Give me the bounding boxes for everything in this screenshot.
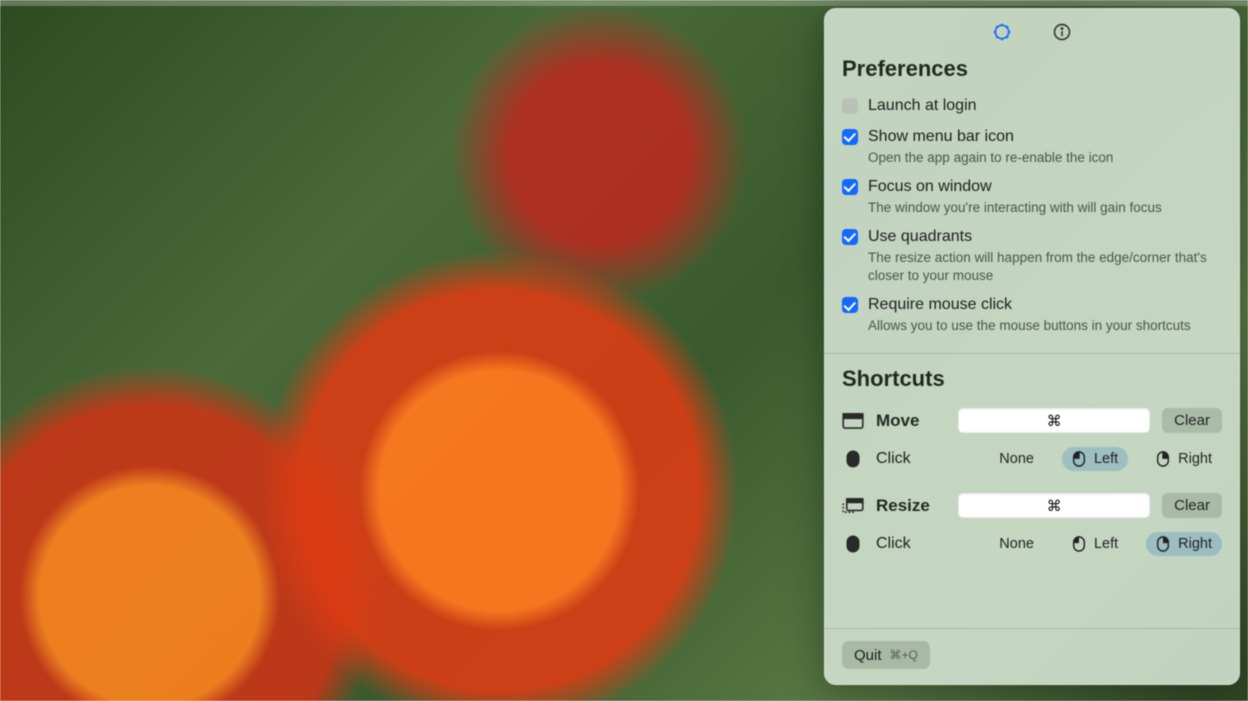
click-label: Click bbox=[876, 450, 946, 468]
seg-label: None bbox=[999, 536, 1034, 552]
preferences-list: Launch at login Show menu bar icon Open … bbox=[824, 90, 1240, 351]
panel-tabs bbox=[824, 8, 1240, 52]
move-click-none[interactable]: None bbox=[989, 447, 1044, 471]
pref-label: Focus on window bbox=[868, 177, 1162, 198]
clear-resize-button[interactable]: Clear bbox=[1162, 493, 1222, 518]
shortcut-value: ⌘ bbox=[1047, 497, 1062, 515]
move-click-left[interactable]: Left bbox=[1062, 447, 1128, 471]
mouse-right-icon bbox=[1156, 451, 1172, 467]
shortcut-resize-click-row: Click None Left Right bbox=[842, 526, 1222, 570]
mouse-right-icon bbox=[1156, 536, 1172, 552]
tab-preferences[interactable] bbox=[992, 22, 1012, 42]
shortcut-move-click-row: Click None Left Right bbox=[842, 441, 1222, 485]
pref-show-menu-bar-icon: Show menu bar icon Open the app again to… bbox=[842, 121, 1222, 171]
shortcut-move-row: Move ⌘ Clear bbox=[842, 400, 1222, 441]
resize-click-left[interactable]: Left bbox=[1062, 532, 1128, 556]
pref-label: Require mouse click bbox=[868, 295, 1191, 316]
seg-label: Right bbox=[1178, 536, 1212, 552]
shortcut-value: ⌘ bbox=[1047, 412, 1062, 430]
pref-require-mouse-click: Require mouse click Allows you to use th… bbox=[842, 289, 1222, 339]
mouse-icon bbox=[842, 535, 864, 553]
mouse-icon bbox=[842, 450, 864, 468]
quit-hint: ⌘+Q bbox=[890, 648, 918, 662]
shortcut-move-label: Move bbox=[876, 411, 946, 431]
pref-label: Launch at login bbox=[868, 96, 977, 117]
pref-desc: Open the app again to re-enable the icon bbox=[868, 149, 1113, 167]
checkbox-use-quadrants[interactable] bbox=[842, 229, 858, 245]
checkbox-focus-on-window[interactable] bbox=[842, 179, 858, 195]
window-move-icon bbox=[842, 412, 864, 430]
mouse-left-icon bbox=[1072, 451, 1088, 467]
shortcut-resize-row: Resize ⌘ Clear bbox=[842, 485, 1222, 526]
pref-label: Use quadrants bbox=[868, 227, 1218, 248]
tab-info[interactable] bbox=[1052, 22, 1072, 42]
move-click-right[interactable]: Right bbox=[1146, 447, 1222, 471]
preferences-heading: Preferences bbox=[824, 52, 1240, 90]
pref-label: Show menu bar icon bbox=[868, 127, 1113, 148]
resize-click-none[interactable]: None bbox=[989, 532, 1044, 556]
seg-label: None bbox=[999, 451, 1034, 467]
shortcut-resize-input[interactable]: ⌘ bbox=[958, 493, 1150, 518]
checkbox-show-menu-bar-icon[interactable] bbox=[842, 129, 858, 145]
checkbox-require-mouse-click[interactable] bbox=[842, 297, 858, 313]
preferences-panel: Preferences Launch at login Show menu ba… bbox=[824, 8, 1240, 685]
pref-desc: Allows you to use the mouse buttons in y… bbox=[868, 317, 1191, 335]
move-click-segmented: None Left Right bbox=[989, 447, 1222, 471]
quit-button[interactable]: Quit ⌘+Q bbox=[842, 641, 930, 669]
clear-move-button[interactable]: Clear bbox=[1162, 408, 1222, 433]
pref-desc: The window you're interacting with will … bbox=[868, 199, 1162, 217]
mouse-left-icon bbox=[1072, 536, 1088, 552]
pref-focus-on-window: Focus on window The window you're intera… bbox=[842, 171, 1222, 221]
seg-label: Left bbox=[1094, 536, 1118, 552]
resize-click-segmented: None Left Right bbox=[989, 532, 1222, 556]
seg-label: Left bbox=[1094, 451, 1118, 467]
checkbox-launch-at-login[interactable] bbox=[842, 98, 858, 114]
desktop-background: Preferences Launch at login Show menu ba… bbox=[0, 0, 1248, 701]
shortcuts-heading: Shortcuts bbox=[824, 354, 1240, 400]
pref-desc: The resize action will happen from the e… bbox=[868, 249, 1218, 285]
shortcuts-list: Move ⌘ Clear Click None Left R bbox=[824, 400, 1240, 580]
window-resize-icon bbox=[842, 497, 864, 515]
panel-footer: Quit ⌘+Q bbox=[824, 628, 1240, 685]
seg-label: Right bbox=[1178, 451, 1212, 467]
shortcut-move-input[interactable]: ⌘ bbox=[958, 408, 1150, 433]
pref-use-quadrants: Use quadrants The resize action will hap… bbox=[842, 221, 1222, 289]
clear-label: Clear bbox=[1174, 497, 1210, 514]
clear-label: Clear bbox=[1174, 412, 1210, 429]
pref-launch-at-login: Launch at login bbox=[842, 90, 1222, 121]
resize-click-right[interactable]: Right bbox=[1146, 532, 1222, 556]
shortcut-resize-label: Resize bbox=[876, 496, 946, 516]
menubar bbox=[0, 0, 1248, 6]
click-label: Click bbox=[876, 535, 946, 553]
quit-label: Quit bbox=[854, 647, 882, 664]
